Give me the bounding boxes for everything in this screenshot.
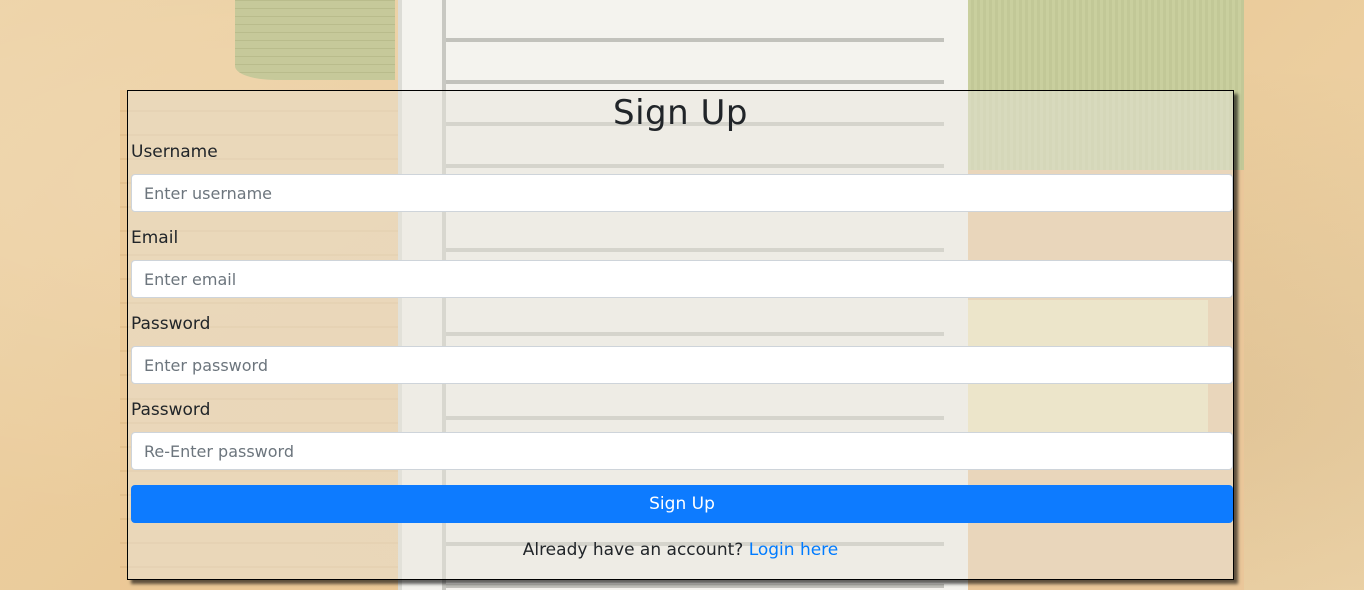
login-prompt: Already have an account? Login here xyxy=(128,540,1233,560)
form-title: Sign Up xyxy=(613,93,748,133)
confirm-password-input[interactable] xyxy=(131,432,1233,470)
signup-button[interactable]: Sign Up xyxy=(131,485,1233,523)
password-input[interactable] xyxy=(131,346,1233,384)
background-green-strip xyxy=(235,0,395,80)
confirm-password-label: Password xyxy=(131,400,211,420)
password-label: Password xyxy=(131,314,211,334)
signup-form: Sign Up Username Email Password Password… xyxy=(127,90,1234,580)
username-input[interactable] xyxy=(131,174,1233,212)
username-label: Username xyxy=(131,142,218,162)
email-label: Email xyxy=(131,228,179,248)
email-input[interactable] xyxy=(131,260,1233,298)
login-prompt-text: Already have an account? xyxy=(522,540,744,560)
login-link[interactable]: Login here xyxy=(749,540,839,560)
